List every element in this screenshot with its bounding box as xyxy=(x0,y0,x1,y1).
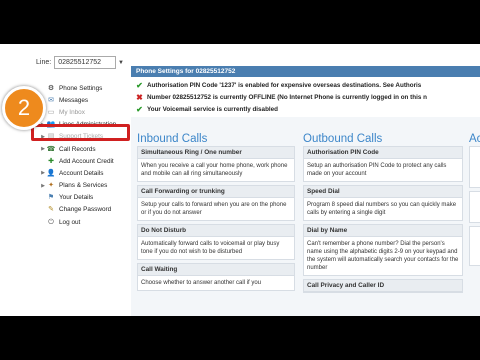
add-credit-icon: ✚ xyxy=(48,157,54,165)
card-title[interactable]: Do Not Disturb xyxy=(138,225,294,237)
account-icon: 👤 xyxy=(46,169,56,177)
card-title[interactable]: Call Waiting xyxy=(138,264,294,276)
page-title: Phone Settings for 02825512752 xyxy=(131,66,480,77)
card-title[interactable]: Call Privacy and Caller ID xyxy=(304,280,462,292)
card-call-privacy[interactable]: Call Privacy and Caller ID xyxy=(303,279,463,293)
sidebar-item-account-details[interactable]: ▶ 👤 Account Details xyxy=(40,167,132,179)
sidebar-item-label: Account Details xyxy=(59,169,104,177)
card-title[interactable]: Speed Dial xyxy=(304,186,462,198)
sidebar-item-label: Change Password xyxy=(59,206,112,214)
inbox-icon: ▭ xyxy=(47,108,55,116)
sidebar-item-plans-services[interactable]: ▶ ✦ Plans & Services xyxy=(40,180,132,192)
alert-pin-enabled: ✔ Authorisation PIN Code '1237' is enabl… xyxy=(135,79,480,91)
line-select[interactable]: 02825512752 xyxy=(54,56,117,69)
check-icon: ✔ xyxy=(136,80,143,90)
sidebar-item-label: Plans & Services xyxy=(59,182,108,190)
card-body: Program 8 speed dial numbers so you can … xyxy=(307,202,457,216)
card-body: Setup your calls to forward when you are… xyxy=(141,202,287,216)
account-column: Ac xyxy=(469,132,480,269)
line-label: Line: xyxy=(36,59,52,66)
sidebar-item-phone-settings[interactable]: ⚙ Phone Settings xyxy=(40,82,132,94)
card-call-forwarding[interactable]: Call Forwarding or trunking Setup your c… xyxy=(137,185,295,221)
card-call-waiting[interactable]: Call Waiting Choose whether to answer an… xyxy=(137,263,295,291)
sidebar-item-label: Phone Settings xyxy=(59,84,103,92)
gear-phone-icon: ⚙ xyxy=(47,84,55,92)
sidebar-item-label: Log out xyxy=(59,218,81,226)
alert-voicemail: ✔ Your Voicemail service is currently di… xyxy=(135,103,480,115)
check-icon: ✔ xyxy=(136,104,143,114)
sidebar-item-label: Add Account Credit xyxy=(59,157,114,165)
outbound-calls-heading: Outbound Calls xyxy=(303,133,383,145)
sidebar-item-add-account-credit[interactable]: ✚ Add Account Credit xyxy=(40,155,132,167)
sidebar-item-your-details[interactable]: ⚑ Your Details xyxy=(40,192,132,204)
outbound-calls-column: Outbound Calls Authorisation PIN Code Se… xyxy=(303,132,463,296)
alert-offline: ✖ Number 02825512752 is currently OFFLIN… xyxy=(135,91,480,103)
cross-icon: ✖ xyxy=(136,92,143,102)
messages-icon: ✉ xyxy=(48,96,54,104)
card-body: Can't remember a phone number? Dial the … xyxy=(307,241,459,271)
card-account-partial[interactable] xyxy=(469,146,480,188)
sidebar-item-messages[interactable]: ✉ Messages xyxy=(40,94,132,106)
sidebar-item-label: Messages xyxy=(59,96,89,104)
sidebar-item-change-password[interactable]: ✎ Change Password xyxy=(40,204,132,216)
card-do-not-disturb[interactable]: Do Not Disturb Automatically forward cal… xyxy=(137,224,295,260)
main-panel: Phone Settings for 02825512752 ✔ Authori… xyxy=(131,66,480,316)
card-authorisation-pin[interactable]: Authorisation PIN Code Setup an authoris… xyxy=(303,146,463,182)
alert-text: Authorisation PIN Code '1237' is enabled… xyxy=(147,81,422,89)
card-account-partial[interactable] xyxy=(469,191,480,223)
password-icon: ✎ xyxy=(48,206,54,214)
inbound-calls-column: Inbound Calls Simultaneous Ring / One nu… xyxy=(137,132,295,294)
lines-administration-highlight xyxy=(31,124,130,141)
sidebar-item-my-inbox[interactable]: ▭ My Inbox xyxy=(40,106,132,118)
card-body: When you receive a call your home phone,… xyxy=(141,163,288,177)
logout-icon: ⏻ xyxy=(48,218,54,226)
card-body: Setup an authorisation PIN Code to prote… xyxy=(307,163,447,177)
step-callout-badge: 2 xyxy=(2,86,46,130)
inbound-calls-heading: Inbound Calls xyxy=(137,133,208,145)
chevron-down-icon[interactable]: ▼ xyxy=(118,60,124,66)
account-heading: Ac xyxy=(469,133,480,145)
card-account-partial[interactable] xyxy=(469,226,480,266)
app-screen: Line: 02825512752 ▼ ⚙ Phone Settings ✉ M… xyxy=(0,44,480,316)
plans-icon: ✦ xyxy=(48,182,54,190)
line-selector[interactable]: Line: 02825512752 ▼ xyxy=(36,56,124,69)
card-body: Choose whether to answer another call if… xyxy=(141,280,262,286)
sidebar-item-log-out[interactable]: ⏻ Log out xyxy=(40,216,132,228)
call-records-icon: ☎ xyxy=(46,145,56,153)
sidebar-item-label: My Inbox xyxy=(59,108,85,116)
sidebar-nav: ⚙ Phone Settings ✉ Messages ▭ My Inbox ▶… xyxy=(40,82,132,228)
card-speed-dial[interactable]: Speed Dial Program 8 speed dial numbers … xyxy=(303,185,463,221)
card-title[interactable]: Simultaneous Ring / One number xyxy=(138,147,294,159)
alert-list: ✔ Authorisation PIN Code '1237' is enabl… xyxy=(131,77,480,117)
sidebar-item-call-records[interactable]: ▶ ☎ Call Records xyxy=(40,143,132,155)
card-title[interactable]: Dial by Name xyxy=(304,225,462,237)
card-title[interactable]: Call Forwarding or trunking xyxy=(138,186,294,198)
details-icon: ⚑ xyxy=(47,194,55,202)
card-body: Automatically forward calls to voicemail… xyxy=(141,241,280,255)
card-simultaneous-ring[interactable]: Simultaneous Ring / One number When you … xyxy=(137,146,295,182)
card-title[interactable]: Authorisation PIN Code xyxy=(304,147,462,159)
sidebar-item-label: Call Records xyxy=(59,145,96,153)
card-dial-by-name[interactable]: Dial by Name Can't remember a phone numb… xyxy=(303,224,463,276)
alert-text: Your Voicemail service is currently disa… xyxy=(147,105,279,113)
alert-text: Number 02825512752 is currently OFFLINE … xyxy=(147,93,427,101)
sidebar-item-label: Your Details xyxy=(59,194,94,202)
